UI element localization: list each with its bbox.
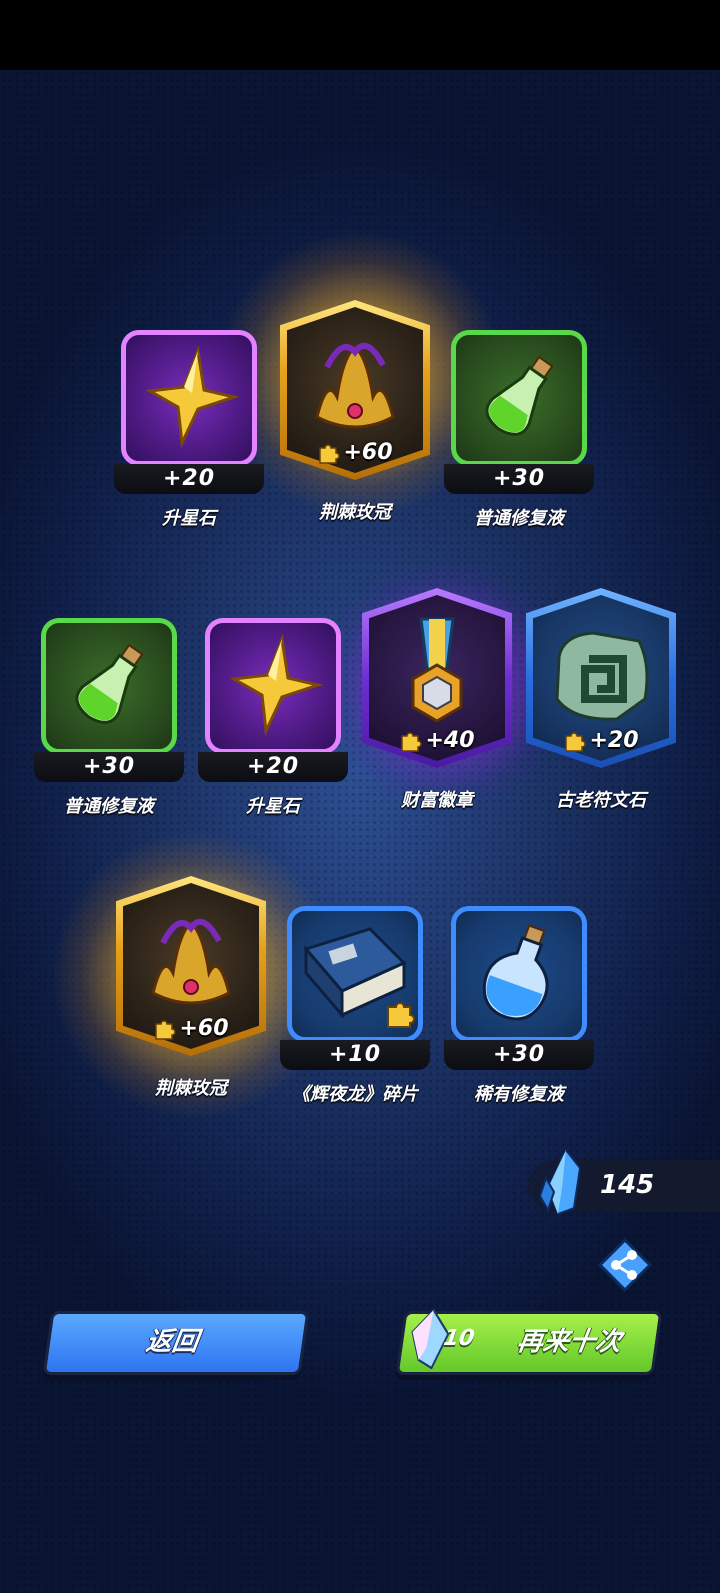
green-potion-icon [485,355,554,436]
crystal-count: 145 [600,1170,655,1200]
reward-frame [121,330,257,466]
draw-ten-again-label: 再来十次 [515,1327,624,1357]
reward-amount: +30 [444,1040,594,1070]
reward-amount: +60 [116,1016,266,1041]
blue-crystal-icon [538,1148,582,1216]
draw-cost: 10 [441,1326,477,1351]
draw-ten-again-button[interactable]: 10 再来十次 [395,1308,663,1375]
puzzle-piece-icon [155,1020,177,1040]
reward-item[interactable]: +30 普通修复液 [444,330,594,540]
puzzle-piece-icon [319,444,341,464]
reward-amount-value: +20 [589,728,639,753]
reward-name: 《辉夜龙》碎片 [292,1084,418,1105]
reward-item[interactable]: +60 荆棘玫冠 [280,300,430,534]
back-button-label: 返回 [144,1327,201,1357]
reward-amount: +30 [34,752,184,782]
reward-amount: +40 [362,728,512,753]
reward-frame [287,906,423,1042]
reward-frame [205,618,341,754]
reward-frame [451,906,587,1042]
star-stone-icon [229,633,324,737]
reward-frame [451,330,587,466]
reward-item[interactable]: +10 《辉夜龙》碎片 [280,906,430,1116]
green-potion-icon [75,643,144,724]
reward-amount-value: +60 [343,440,393,465]
reward-item[interactable]: +40 财富徽章 [362,588,512,822]
reward-name: 荆棘玫冠 [155,1078,227,1099]
reward-item[interactable]: +30 稀有修复液 [444,906,594,1116]
crystal-counter: 145 [528,1148,720,1216]
reward-name: 升星石 [246,796,300,817]
reward-name: 普通修复液 [474,508,564,529]
reward-item[interactable]: +20 升星石 [198,618,348,828]
share-icon [597,1237,653,1293]
reward-name: 稀有修复液 [474,1084,564,1105]
reward-name: 荆棘玫冠 [319,502,391,523]
back-button[interactable]: 返回 [42,1311,310,1375]
reward-amount: +60 [280,440,430,465]
reward-amount: +20 [526,728,676,753]
reward-amount-value: +40 [425,728,475,753]
reward-amount: +20 [114,464,264,494]
puzzle-piece-icon [565,732,587,752]
reward-amount-value: +60 [179,1016,229,1041]
reward-name: 财富徽章 [401,790,473,811]
share-button[interactable] [597,1237,653,1293]
reward-amount: +30 [444,464,594,494]
reward-name: 升星石 [162,508,216,529]
book-fragment-icon [303,927,415,1028]
reward-item[interactable]: +20 升星石 [114,330,264,540]
blue-potion-icon [482,924,549,1021]
reward-name: 古老符文石 [556,790,646,811]
reward-item[interactable]: +20 古老符文石 [526,588,676,822]
reward-amount: +20 [198,752,348,782]
status-bar [0,0,720,70]
reward-name: 普通修复液 [64,796,154,817]
star-stone-icon [145,345,240,449]
reward-item[interactable]: +60 荆棘玫冠 [116,876,266,1110]
reward-item[interactable]: +30 普通修复液 [34,618,184,828]
reward-amount: +10 [280,1040,430,1070]
puzzle-piece-icon [401,732,423,752]
reward-frame [41,618,177,754]
